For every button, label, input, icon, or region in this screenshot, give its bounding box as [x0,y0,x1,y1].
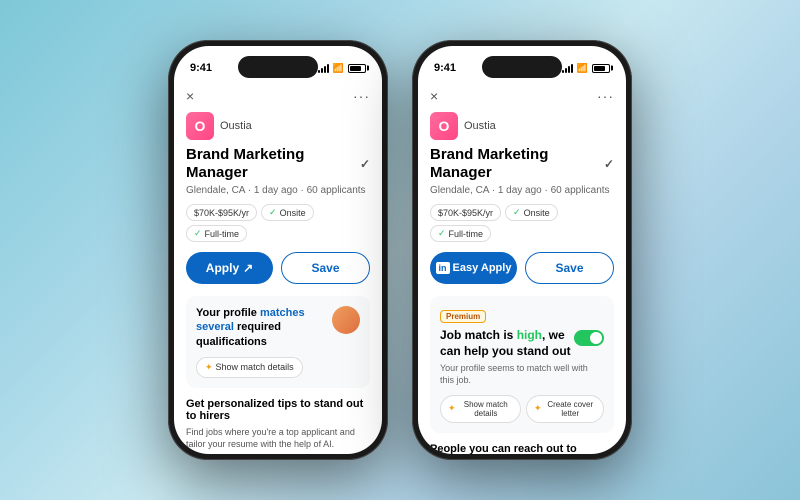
save-button-1[interactable]: Save [281,252,370,284]
battery-icon-2 [592,64,610,73]
apply-button-1[interactable]: Apply ↗ [186,252,273,284]
match-prefix: Your profile [196,307,260,319]
match-card-1: Your profile matches several required qu… [186,296,370,388]
star-icon-2: ✦ [448,403,456,414]
tag-fulltime-1: ✓ Full-time [186,225,247,242]
save-button-2[interactable]: Save [525,252,614,284]
company-name-1: Oustia [220,120,252,132]
top-nav-1: × ··· [186,84,370,112]
wifi-icon-2: 📶 [577,63,588,74]
company-row-2: O Oustia [430,112,614,140]
job-match-subtitle-2: Your profile seems to match well with th… [440,363,604,386]
toggle-switch-2[interactable] [574,330,604,346]
action-buttons-row-2: ✦ Show match details ✦ Create cover lett… [440,395,604,423]
personalized-title-1: Get personalized tips to stand out to hi… [186,398,370,422]
job-meta-1: Glendale, CA · 1 day ago · 60 applicants [186,185,370,196]
premium-card-2: Premium Job match is high, we can help y… [430,296,614,433]
dynamic-island-2 [482,56,562,78]
close-button-1[interactable]: × [186,88,194,104]
battery-icon-1 [348,64,366,73]
tag-salary-2: $70K-$95K/yr [430,204,501,221]
phone-2: 9:41 📶 × ··· O Ous [412,40,632,460]
match-title-1: Your profile matches several required qu… [196,306,360,349]
personalized-section-1: Get personalized tips to stand out to hi… [186,398,370,454]
verified-icon-2: ✓ [604,157,614,171]
more-button-1[interactable]: ··· [353,88,370,104]
status-time-2: 9:41 [434,62,456,74]
top-nav-2: × ··· [430,84,614,112]
job-title-1: Brand Marketing Manager ✓ [186,146,370,182]
signal-bars-2 [562,64,573,73]
buttons-row-2: in Easy Apply Save [430,252,614,284]
company-name-2: Oustia [464,120,496,132]
star-icon-3: ✦ [534,403,542,414]
status-icons-2: 📶 [562,63,610,74]
company-logo-1: O [186,112,214,140]
wifi-icon-1: 📶 [333,63,344,74]
create-cover-letter-2[interactable]: ✦ Create cover letter [526,395,604,423]
tag-salary-1: $70K-$95K/yr [186,204,257,221]
people-section-title-2: People you can reach out to [430,443,614,454]
dynamic-island-1 [238,56,318,78]
premium-badge-2: Premium [440,310,486,323]
high-text-2: high [517,328,542,342]
phone-1: 9:41 📶 × ··· O Ous [168,40,388,460]
job-match-text-2: Job match is high, we can help you stand… [440,328,574,359]
star-icon-1: ✦ [205,362,213,373]
buttons-row-1: Apply ↗ Save [186,252,370,284]
close-button-2[interactable]: × [430,88,438,104]
company-row-1: O Oustia [186,112,370,140]
tag-onsite-1: ✓ Onsite [261,204,314,221]
tag-fulltime-2: ✓ Full-time [430,225,491,242]
show-match-details-1[interactable]: ✦ Show match details [196,357,303,378]
company-logo-2: O [430,112,458,140]
job-meta-2: Glendale, CA · 1 day ago · 60 applicants [430,185,614,196]
external-link-icon-1: ↗ [243,261,253,275]
job-match-row-2: Job match is high, we can help you stand… [440,328,604,359]
status-icons-1: 📶 [318,63,366,74]
more-button-2[interactable]: ··· [597,88,614,104]
personalized-text-1: Find jobs where you're a top applicant a… [186,426,370,451]
signal-bars-1 [318,64,329,73]
li-icon-2: in [436,262,450,274]
show-match-details-2[interactable]: ✦ Show match details [440,395,521,423]
phones-container: 9:41 📶 × ··· O Ous [168,40,632,460]
tags-row-2: $70K-$95K/yr ✓ Onsite ✓ Full-time [430,204,614,242]
easy-apply-button-2[interactable]: in Easy Apply [430,252,517,284]
tags-row-1: $70K-$95K/yr ✓ Onsite ✓ Full-time [186,204,370,242]
avatar-1 [332,306,360,334]
tag-onsite-2: ✓ Onsite [505,204,558,221]
verified-icon-1: ✓ [360,157,370,171]
status-time-1: 9:41 [190,62,212,74]
job-title-2: Brand Marketing Manager ✓ [430,146,614,182]
